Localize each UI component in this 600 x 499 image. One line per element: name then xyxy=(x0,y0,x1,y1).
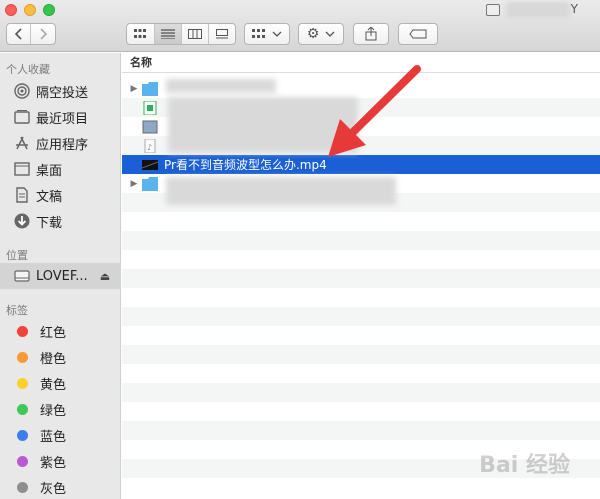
tag-label: 黄色 xyxy=(40,377,67,393)
green-tag-dot-icon xyxy=(17,403,28,415)
sidebar-item-label: 文稿 xyxy=(36,189,63,205)
list-icon xyxy=(160,29,175,39)
sidebar-item-drive[interactable]: LOVEF... ⏏ xyxy=(0,263,121,289)
grid-icon xyxy=(134,29,147,38)
drive-icon xyxy=(14,268,30,284)
back-button[interactable] xyxy=(7,24,31,44)
column-view-button[interactable] xyxy=(182,24,209,44)
tag-item-blue[interactable]: 蓝色 xyxy=(0,422,121,448)
tag-icon xyxy=(409,29,427,39)
disclosure-triangle-icon[interactable]: ▶ xyxy=(126,84,142,94)
empty-row xyxy=(122,383,600,402)
tag-label: 红色 xyxy=(40,325,67,341)
tags-section-title: 标签 xyxy=(6,304,28,317)
chevron-down-icon xyxy=(272,31,282,37)
sidebar-item-label: 隔空投送 xyxy=(36,85,89,101)
audio-file-icon: ♪ xyxy=(144,138,156,153)
empty-row xyxy=(122,345,600,364)
annotation-arrow-icon xyxy=(328,65,421,157)
sidebar-item-documents[interactable]: 文稿 xyxy=(0,182,121,208)
share-icon xyxy=(365,27,377,41)
group-button[interactable] xyxy=(244,23,290,45)
tag-label: 蓝色 xyxy=(40,429,67,445)
tag-label: 绿色 xyxy=(40,403,67,419)
sidebar-item-applications[interactable]: 应用程序 xyxy=(0,130,121,156)
empty-row xyxy=(122,269,600,288)
tag-label: 橙色 xyxy=(40,351,67,367)
spreadsheet-icon xyxy=(143,100,157,115)
toolbar: Y ⚙ xyxy=(0,0,600,52)
gray-tag-dot-icon xyxy=(17,481,28,493)
blurred-filename xyxy=(166,79,276,93)
tag-item-purple[interactable]: 紫色 xyxy=(0,448,121,474)
desktop-icon xyxy=(14,161,30,177)
action-button[interactable]: ⚙ xyxy=(298,23,344,45)
view-mode-selector xyxy=(126,23,236,45)
sidebar-item-label: LOVEF... xyxy=(36,268,88,284)
minimize-window-button[interactable] xyxy=(24,4,36,16)
disclosure-triangle-icon[interactable]: ▶ xyxy=(126,179,142,189)
video-file-icon xyxy=(142,159,158,170)
sidebar-item-label: 下载 xyxy=(36,215,63,231)
blue-tag-dot-icon xyxy=(17,429,28,441)
window-title: Y xyxy=(570,2,578,16)
tag-item-gray[interactable]: 灰色 xyxy=(0,474,121,499)
sidebar-item-label: 应用程序 xyxy=(36,137,89,153)
gallery-icon xyxy=(215,29,228,39)
image-file-icon xyxy=(142,120,158,133)
file-list: 名称 ▶ ♪ Pr看不到音频波型怎么办.mp4 ▶ xyxy=(122,53,600,499)
folder-icon xyxy=(142,81,158,96)
chevron-down-icon xyxy=(325,31,335,37)
red-tag-dot-icon xyxy=(17,325,28,337)
purple-tag-dot-icon xyxy=(17,455,28,467)
folder-icon xyxy=(142,176,158,191)
watermark: Bai 经验 xyxy=(479,453,570,478)
sidebar-item-desktop[interactable]: 桌面 xyxy=(0,156,121,182)
eject-icon[interactable]: ⏏ xyxy=(100,270,110,283)
sidebar: 个人收藏 隔空投送 最近项目 应用程序 桌面 文稿 下载 位置 LOVEF...… xyxy=(0,53,121,499)
tag-item-yellow[interactable]: 黄色 xyxy=(0,370,121,396)
tag-item-orange[interactable]: 橙色 xyxy=(0,344,121,370)
sidebar-item-downloads[interactable]: 下载 xyxy=(0,208,121,234)
tag-label: 紫色 xyxy=(40,455,67,471)
tag-button[interactable] xyxy=(398,23,438,45)
group-icon xyxy=(252,29,265,38)
gallery-view-button[interactable] xyxy=(209,24,235,44)
downloads-icon xyxy=(14,213,30,229)
window-title-blurred xyxy=(506,2,570,18)
sidebar-item-recents[interactable]: 最近项目 xyxy=(0,104,121,130)
orange-tag-dot-icon xyxy=(17,351,28,363)
navigation-buttons xyxy=(6,23,56,45)
gear-icon: ⚙ xyxy=(306,26,320,42)
favorites-section-title: 个人收藏 xyxy=(6,63,50,76)
applications-icon xyxy=(14,135,30,151)
sidebar-item-airdrop[interactable]: 隔空投送 xyxy=(0,78,121,104)
recents-icon xyxy=(14,109,30,125)
empty-row xyxy=(122,421,600,440)
sidebar-item-label: 最近项目 xyxy=(36,111,89,127)
share-button[interactable] xyxy=(353,23,389,45)
locations-section-title: 位置 xyxy=(6,249,28,262)
list-view-button[interactable] xyxy=(154,24,182,44)
documents-icon xyxy=(14,187,30,203)
chevron-left-icon xyxy=(14,28,22,40)
empty-row xyxy=(122,307,600,326)
blurred-filename xyxy=(166,177,396,205)
airdrop-icon xyxy=(14,83,30,99)
file-name: Pr看不到音频波型怎么办.mp4 xyxy=(164,158,327,172)
yellow-tag-dot-icon xyxy=(17,377,28,389)
drive-icon xyxy=(486,4,500,16)
svg-text:♪: ♪ xyxy=(147,143,152,152)
tag-item-green[interactable]: 绿色 xyxy=(0,396,121,422)
columns-icon xyxy=(187,29,202,39)
zoom-window-button[interactable] xyxy=(43,4,55,16)
chevron-right-icon xyxy=(40,28,48,40)
sidebar-item-label: 桌面 xyxy=(36,163,63,179)
tag-label: 灰色 xyxy=(40,481,67,497)
close-window-button[interactable] xyxy=(5,4,17,16)
tag-item-red[interactable]: 红色 xyxy=(0,318,121,344)
empty-row xyxy=(122,231,600,250)
forward-button[interactable] xyxy=(31,24,55,44)
icon-view-button[interactable] xyxy=(127,24,155,44)
